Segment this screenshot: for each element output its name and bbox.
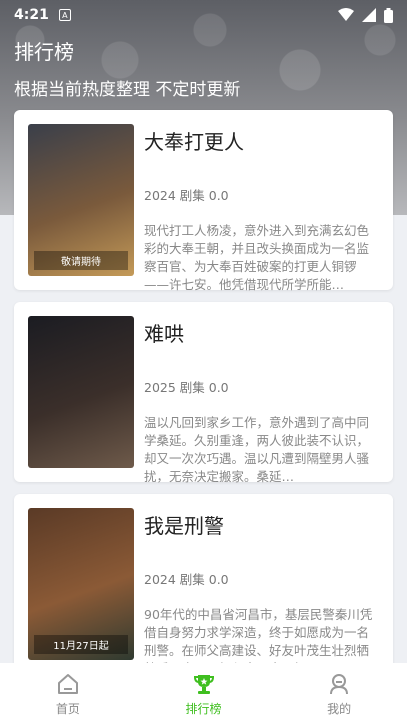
poster-tag: 11月27日起 [34, 635, 128, 654]
bottom-tab-bar: 首页 排行榜 我的 [0, 663, 407, 725]
notification-a-icon: A [58, 9, 71, 21]
signal-icon [362, 8, 376, 22]
item-meta: 2024 剧集 0.0 [144, 572, 229, 587]
status-icons [338, 7, 393, 23]
item-title: 大奉打更人 [144, 130, 244, 154]
wifi-icon [338, 8, 354, 21]
status-bar: 4:21 A [0, 0, 407, 30]
home-icon [57, 673, 78, 694]
tab-ranking-label: 排行榜 [185, 701, 222, 716]
status-time: 4:21 [14, 7, 49, 23]
list-item[interactable]: 11月27日起 我是刑警 2024 剧集 0.0 90年代的中昌省河昌市，基层民… [14, 494, 393, 676]
poster-image: 11月27日起 [28, 508, 134, 660]
item-description: 温以凡回到家乡工作，意外遇到了高中同学桑延。久别重逢，两人彼此装不认识，却又一次… [144, 415, 370, 484]
poster-tag: 敬请期待 [34, 251, 128, 270]
battery-icon [384, 7, 393, 23]
tab-profile-label: 我的 [327, 701, 352, 716]
item-meta: 2025 剧集 0.0 [144, 380, 229, 395]
item-description: 现代打工人杨凌，意外进入到充满玄幻色彩的大奉王朝，并且改头换面成为一名监察百官、… [144, 223, 370, 292]
ranking-list: 敬请期待 大奉打更人 2024 剧集 0.0 现代打工人杨凌，意外进入到充满玄幻… [14, 110, 393, 686]
tab-home[interactable]: 首页 [0, 663, 136, 725]
list-item[interactable]: 难哄 2025 剧集 0.0 温以凡回到家乡工作，意外遇到了高中同学桑延。久别重… [14, 302, 393, 484]
profile-icon [330, 673, 349, 694]
item-meta: 2024 剧集 0.0 [144, 188, 229, 203]
tab-home-label: 首页 [55, 701, 80, 716]
tab-ranking[interactable]: 排行榜 [136, 663, 272, 725]
poster-image [28, 316, 134, 468]
page-title: 排行榜 [14, 40, 74, 64]
trophy-icon [193, 674, 214, 694]
poster-image: 敬请期待 [28, 124, 134, 276]
list-item[interactable]: 敬请期待 大奉打更人 2024 剧集 0.0 现代打工人杨凌，意外进入到充满玄幻… [14, 110, 393, 292]
item-title: 我是刑警 [144, 514, 224, 538]
item-title: 难哄 [144, 322, 184, 346]
page-subtitle: 根据当前热度整理 不定时更新 [14, 80, 241, 100]
tab-profile[interactable]: 我的 [271, 663, 407, 725]
